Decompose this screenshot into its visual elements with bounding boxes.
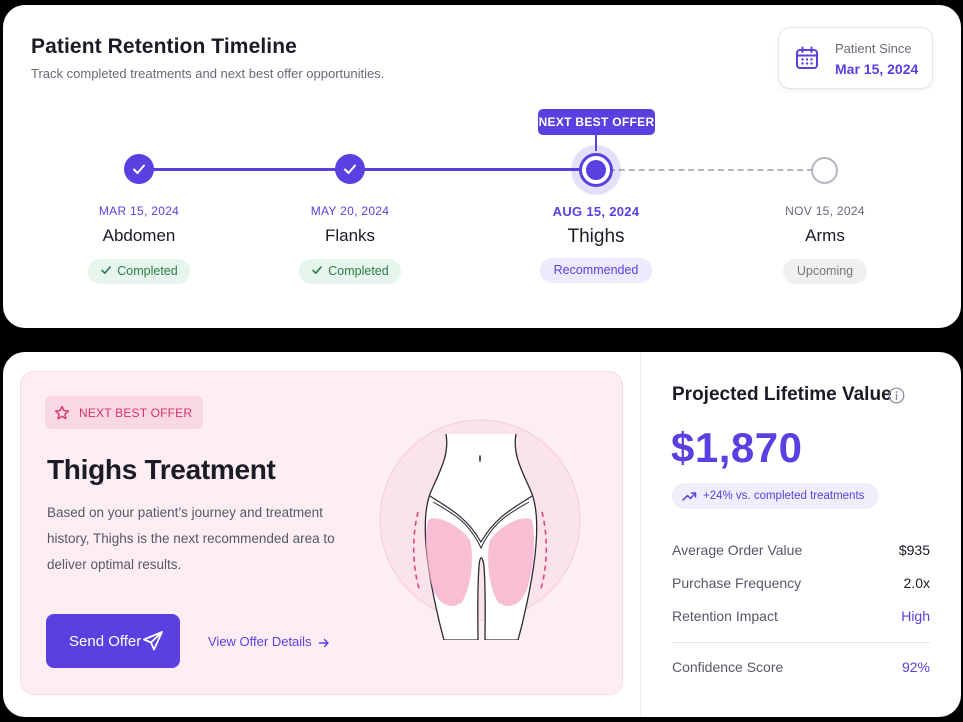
check-icon xyxy=(312,266,323,274)
ltv-title: Projected Lifetime Value xyxy=(672,384,892,405)
metric-average-order-value: Average Order Value $935 xyxy=(672,542,930,562)
timeline-node-flanks[interactable] xyxy=(335,154,365,184)
check-icon xyxy=(133,164,145,174)
step-date: MAY 20, 2024 xyxy=(310,204,390,218)
step-area: Thighs xyxy=(567,226,625,247)
step-area: Arms xyxy=(805,226,845,245)
timeline-node-abdomen[interactable] xyxy=(124,154,154,184)
metrics-divider xyxy=(672,642,930,643)
trending-up-icon xyxy=(682,492,697,501)
retention-timeline-card: Patient Retention Timeline Track complet… xyxy=(3,5,961,328)
timeline-track-upcoming xyxy=(609,169,813,171)
thighs-illustration xyxy=(379,419,581,640)
next-best-offer-panel: NEXT BEST OFFER Thighs Treatment Based o… xyxy=(20,371,623,695)
step-area: Flanks xyxy=(324,226,376,245)
info-icon[interactable] xyxy=(888,387,905,404)
timeline-step-thighs: AUG 15, 2024 Thighs Recommended xyxy=(506,204,686,283)
step-date: AUG 15, 2024 xyxy=(552,204,640,219)
view-offer-details-label: View Offer Details xyxy=(208,634,312,649)
star-icon xyxy=(54,405,70,420)
patient-since-box: Patient Since Mar 15, 2024 xyxy=(778,27,933,89)
offer-tag-label: NEXT BEST OFFER xyxy=(79,406,193,420)
send-offer-label: Send Offer xyxy=(69,633,142,650)
ltv-change-badge: +24% vs. completed treatments xyxy=(672,483,879,509)
metric-value: 2.0x xyxy=(903,575,930,591)
patient-since-date: Mar 15, 2024 xyxy=(835,61,919,77)
metric-confidence-score: Confidence Score 92% xyxy=(672,659,930,679)
timeline-step-arms: NOV 15, 2024 Arms Upcoming xyxy=(735,204,915,284)
metric-retention-impact: Retention Impact High xyxy=(672,608,930,628)
calendar-icon xyxy=(796,46,818,69)
offer-and-value-card: NEXT BEST OFFER Thighs Treatment Based o… xyxy=(3,352,961,717)
timeline-title: Patient Retention Timeline xyxy=(31,35,297,58)
status-badge-upcoming: Upcoming xyxy=(782,259,868,284)
metric-label: Retention Impact xyxy=(672,608,778,624)
offer-description: Based on your patient’s journey and trea… xyxy=(47,505,335,572)
metric-purchase-frequency: Purchase Frequency 2.0x xyxy=(672,575,930,595)
arrow-right-icon xyxy=(318,638,329,647)
check-icon xyxy=(344,164,356,174)
panel-divider xyxy=(640,352,641,717)
check-icon xyxy=(101,266,112,274)
send-icon xyxy=(143,631,163,651)
timeline-subtitle: Track completed treatments and next best… xyxy=(31,66,385,81)
badge-label: Completed xyxy=(328,264,389,278)
offer-title: Thighs Treatment xyxy=(47,454,276,485)
metric-label: Average Order Value xyxy=(672,542,803,558)
metric-value: $935 xyxy=(898,542,930,558)
step-date: MAR 15, 2024 xyxy=(98,204,180,218)
metric-label: Confidence Score xyxy=(672,659,784,675)
timeline-track-completed xyxy=(139,168,596,171)
view-offer-details-link[interactable]: View Offer Details xyxy=(208,634,330,649)
ltv-change-label: +24% vs. completed treatments xyxy=(703,490,865,502)
send-offer-button[interactable]: Send Offer xyxy=(46,614,180,668)
metric-value: High xyxy=(901,608,930,624)
badge-label: Completed xyxy=(117,264,178,278)
metric-label: Purchase Frequency xyxy=(672,575,802,591)
status-badge-completed: Completed xyxy=(88,259,190,284)
step-date: NOV 15, 2024 xyxy=(785,204,865,218)
timeline-step-abdomen: MAR 15, 2024 Abdomen Completed xyxy=(49,204,229,284)
status-badge-recommended: Recommended xyxy=(539,258,653,283)
next-best-offer-tag: NEXT BEST OFFER xyxy=(45,396,203,429)
step-area: Abdomen xyxy=(102,226,176,245)
next-best-offer-marker: NEXT BEST OFFER xyxy=(538,109,655,135)
ltv-value: $1,870 xyxy=(671,424,803,471)
status-badge-completed: Completed xyxy=(299,259,401,284)
current-node-dot xyxy=(586,160,606,180)
timeline-step-flanks: MAY 20, 2024 Flanks Completed xyxy=(260,204,440,284)
patient-since-label: Patient Since xyxy=(835,41,912,56)
timeline-node-thighs[interactable] xyxy=(579,153,613,187)
metric-value: 92% xyxy=(901,659,930,675)
timeline-node-arms[interactable] xyxy=(811,157,838,184)
